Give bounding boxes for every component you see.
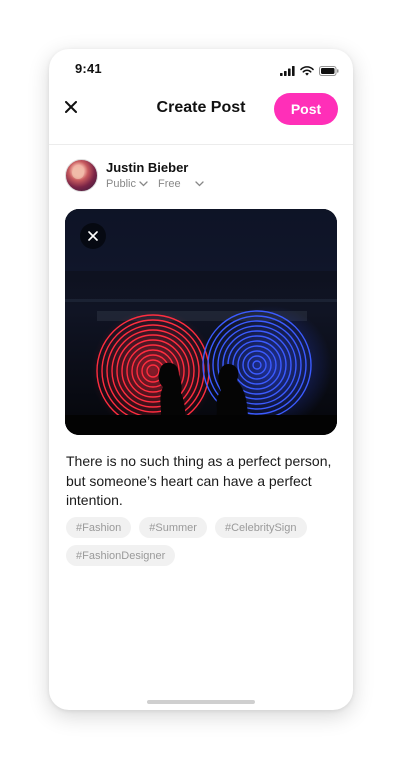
- tag-chip[interactable]: #Summer: [139, 517, 207, 538]
- price-value: Free: [157, 178, 181, 190]
- post-button[interactable]: Post: [274, 93, 338, 125]
- post-caption[interactable]: There is no such thing as a perfect pers…: [66, 452, 336, 511]
- status-icons: [280, 63, 339, 81]
- author-row: Justin Bieber Public Free: [65, 159, 337, 193]
- status-time: 9:41: [75, 61, 102, 76]
- status-bar: 9:41: [49, 49, 353, 85]
- signal-icon: [280, 63, 295, 81]
- remove-image-button[interactable]: [80, 223, 106, 249]
- close-icon: [88, 231, 98, 241]
- author-name: Justin Bieber: [106, 160, 189, 175]
- privacy-dropdown[interactable]: Public: [106, 178, 148, 190]
- chevron-down-icon: [194, 178, 204, 190]
- author-meta: Public Free: [106, 178, 204, 190]
- tag-chip[interactable]: #CelebritySign: [214, 517, 307, 538]
- post-image: [65, 209, 337, 435]
- price-dropdown[interactable]: Free: [158, 178, 204, 190]
- wifi-icon: [300, 63, 314, 81]
- tag-chip[interactable]: #FashionDesigner: [66, 545, 176, 566]
- chevron-down-icon: [139, 178, 148, 190]
- top-nav: Create Post Post: [49, 85, 353, 145]
- home-indicator: [147, 700, 255, 704]
- tag-chip[interactable]: #Fashion: [66, 517, 132, 538]
- battery-icon: [319, 63, 339, 81]
- avatar[interactable]: [65, 159, 98, 192]
- tag-list: #Fashion #Summer #CelebritySign #Fashion…: [66, 517, 338, 566]
- phone-screen: 9:41 Create Post Post Justin Bieber Publ…: [49, 49, 353, 710]
- privacy-value: Public: [106, 178, 136, 190]
